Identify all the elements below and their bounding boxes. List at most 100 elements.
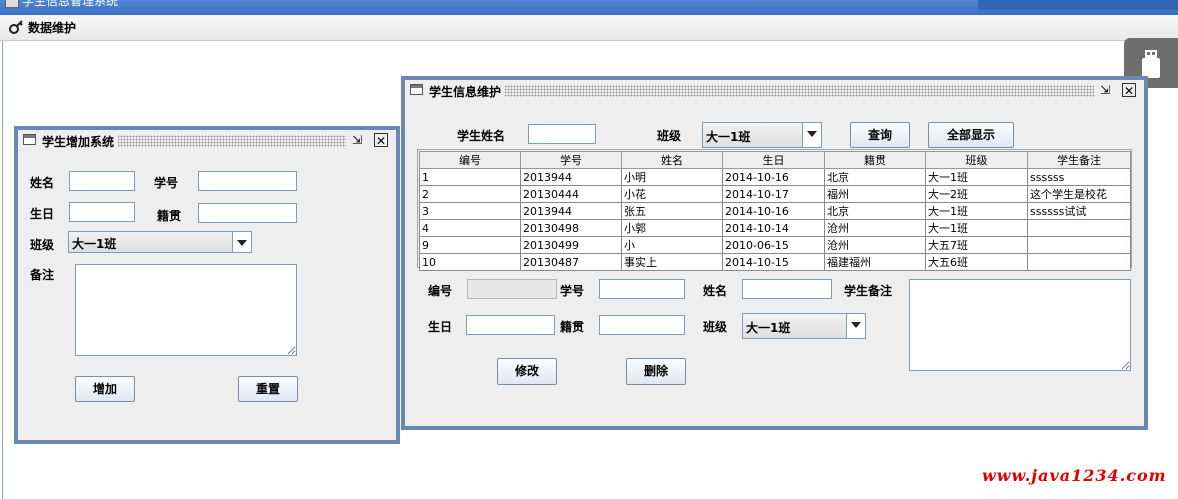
edit-class-select[interactable]: 大一1班 (742, 313, 866, 339)
menu-bar: 数据维护 (0, 15, 1178, 41)
reset-button[interactable]: 重置 (238, 376, 298, 402)
student-maintenance-frame-title: 学生信息维护 (429, 83, 506, 100)
birthday-input[interactable] (69, 202, 135, 222)
edit-birthday-label: 生日 (428, 320, 453, 334)
class-select-value: 大一1班 (72, 237, 117, 251)
cell-class: 大一1班 (925, 168, 1028, 186)
cell-no: 10 (419, 253, 521, 271)
menu-data-maintenance[interactable]: 数据维护 (8, 18, 76, 36)
no-label: 编号 (428, 284, 453, 298)
table-row[interactable]: 1 2013944 小明 2014-10-16 北京 大一1班 ssssss (419, 168, 1131, 186)
cell-student-id: 20130499 (520, 236, 622, 254)
show-all-button[interactable]: 全部显示 (928, 122, 1014, 148)
column-header-name[interactable]: 姓名 (621, 151, 723, 169)
cell-name: 小明 (621, 168, 723, 186)
edit-native-place-label: 籍贯 (560, 320, 585, 334)
cell-name: 小花 (621, 185, 723, 203)
cell-class: 大五6班 (925, 253, 1028, 271)
edit-birthday-input[interactable] (466, 315, 555, 335)
titlebar-grip (429, 85, 1094, 97)
column-header-no[interactable]: 编号 (419, 151, 521, 169)
edit-name-input[interactable] (742, 279, 832, 299)
cell-student-id: 2013944 (520, 168, 622, 186)
cell-remark (1027, 253, 1131, 271)
chevron-down-icon[interactable] (846, 314, 865, 338)
table-row[interactable]: 9 20130499 小 2010-06-15 沧州 大五7班 (419, 236, 1131, 254)
column-header-class[interactable]: 班级 (925, 151, 1028, 169)
column-header-remark[interactable]: 学生备注 (1027, 151, 1131, 169)
edit-name-label: 姓名 (703, 284, 728, 298)
edit-student-id-label: 学号 (560, 284, 585, 298)
cell-remark: ssssss (1027, 168, 1131, 186)
cell-no: 9 (419, 236, 521, 254)
student-add-frame: 学生增加系统 ⇲ ✕ 姓名 学号 生日 籍贯 班级 大一1班 备注 增加 重置 (14, 126, 400, 444)
cell-name: 小 (621, 236, 723, 254)
edit-native-place-input[interactable] (599, 315, 685, 335)
cell-class: 大一1班 (925, 219, 1028, 237)
cell-student-id: 2013944 (520, 202, 622, 220)
cell-remark: ssssss试试 (1027, 202, 1131, 220)
native-place-input[interactable] (198, 203, 297, 223)
table-row[interactable]: 4 20130498 小郭 2014-10-14 沧州 大一1班 (419, 219, 1131, 237)
query-button[interactable]: 查询 (850, 122, 910, 148)
delete-button[interactable]: 删除 (626, 358, 686, 385)
chevron-down-icon[interactable] (232, 232, 251, 252)
search-class-select-value: 大一1班 (706, 130, 751, 144)
cell-remark: 这个学生是校花 (1027, 185, 1131, 203)
chevron-down-icon[interactable] (802, 123, 821, 147)
search-name-input[interactable] (528, 124, 596, 144)
name-input[interactable] (69, 171, 135, 191)
class-label: 班级 (30, 238, 55, 252)
cell-class: 大一1班 (925, 202, 1028, 220)
search-class-select[interactable]: 大一1班 (702, 122, 822, 148)
close-icon[interactable]: ✕ (1122, 83, 1136, 98)
column-header-birthday[interactable]: 生日 (722, 151, 825, 169)
cell-no: 4 (419, 219, 521, 237)
edit-class-select-value: 大一1班 (746, 321, 791, 335)
watermark: www.java1234.com (982, 466, 1167, 485)
cell-native-place: 沧州 (824, 219, 926, 237)
student-id-label: 学号 (154, 176, 179, 190)
table-row[interactable]: 10 20130487 事实上 2014-10-15 福建福州 大五6班 (419, 253, 1131, 271)
edit-remark-label: 学生备注 (844, 284, 893, 298)
table-row[interactable]: 2 20130444 小花 2014-10-17 福州 大一2班 这个学生是校花 (419, 185, 1131, 203)
search-name-label: 学生姓名 (457, 129, 506, 143)
close-icon[interactable]: ✕ (374, 133, 388, 148)
student-maintenance-frame: 学生信息维护 ⇲ ✕ 学生姓名 班级 大一1班 查询 全部显示 编号 学号 姓名… (401, 76, 1148, 430)
cell-birthday: 2014-10-16 (722, 168, 825, 186)
cell-remark (1027, 219, 1131, 237)
edit-remark-textarea[interactable] (909, 279, 1131, 371)
table-row[interactable]: 3 2013944 张五 2014-10-16 北京 大一1班 ssssss试试 (419, 202, 1131, 220)
add-button[interactable]: 增加 (75, 376, 135, 402)
native-place-label: 籍贯 (157, 209, 182, 223)
cell-no: 1 (419, 168, 521, 186)
class-select[interactable]: 大一1班 (68, 231, 252, 253)
remark-label: 备注 (30, 268, 55, 282)
student-add-frame-titlebar[interactable]: 学生增加系统 ⇲ ✕ (18, 130, 396, 152)
student-maintenance-frame-titlebar[interactable]: 学生信息维护 ⇲ ✕ (405, 80, 1144, 102)
cell-no: 2 (419, 185, 521, 203)
restore-icon[interactable]: ⇲ (350, 133, 364, 147)
cell-student-id: 20130498 (520, 219, 622, 237)
titlebar-controls[interactable] (978, 0, 1178, 10)
student-table: 编号 学号 姓名 生日 籍贯 班级 学生备注 1 2013944 小明 2014… (419, 151, 1131, 271)
edit-student-id-input[interactable] (599, 279, 685, 299)
column-header-native-place[interactable]: 籍贯 (824, 151, 926, 169)
cell-name: 张五 (621, 202, 723, 220)
remark-textarea[interactable] (75, 264, 297, 356)
column-header-student-id[interactable]: 学号 (520, 151, 622, 169)
app-icon (5, 0, 19, 8)
birthday-label: 生日 (30, 207, 55, 221)
cell-student-id: 20130444 (520, 185, 622, 203)
restore-icon[interactable]: ⇲ (1098, 83, 1112, 97)
cell-native-place: 福建福州 (824, 253, 926, 271)
key-icon (9, 20, 23, 34)
cell-native-place: 北京 (824, 168, 926, 186)
student-id-input[interactable] (198, 171, 297, 191)
modify-button[interactable]: 修改 (497, 358, 557, 385)
cell-native-place: 沧州 (824, 236, 926, 254)
cell-birthday: 2014-10-14 (722, 219, 825, 237)
name-label: 姓名 (30, 176, 55, 190)
window-icon (23, 134, 36, 145)
window-icon (410, 84, 423, 95)
